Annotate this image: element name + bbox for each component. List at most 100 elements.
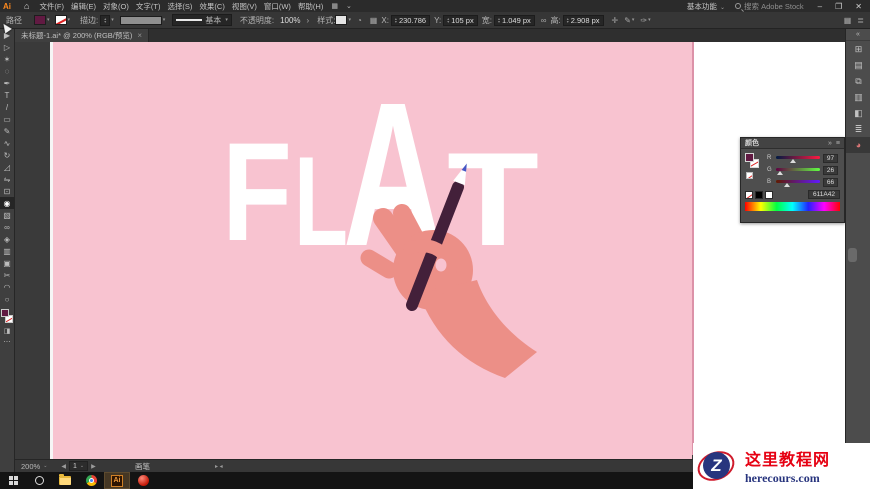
workspace-switcher[interactable]: 基本功能 ⌄ [687,1,725,12]
link-dimensions-icon[interactable]: ∞ [541,16,547,25]
graphic-styles-panel-icon[interactable]: ▥ [846,89,870,105]
pen-tool-icon[interactable]: ✒ [0,77,15,89]
fill-color-swatch[interactable] [34,15,46,25]
red-value-field[interactable]: 97 [823,153,838,163]
cortana-button[interactable] [26,472,52,489]
menu-item[interactable]: 窗口(W) [264,1,291,12]
pasteboard-right[interactable] [694,42,845,459]
menu-item[interactable]: 选择(S) [167,1,192,12]
panel-menu-icon[interactable]: ≡ [836,140,840,147]
lasso-tool-icon[interactable]: ◌ [0,65,15,77]
line-segment-tool-icon[interactable]: / [0,101,15,113]
symbols-panel-icon[interactable]: ⧉ [846,73,870,89]
eyedropper-tool-icon[interactable]: ◉ [0,197,15,209]
fill-stroke-widget[interactable] [0,309,14,325]
column-graph-tool-icon[interactable]: ▥ [0,245,15,257]
menu-item[interactable]: 文字(T) [136,1,161,12]
scrollbar-thumb[interactable] [848,248,857,262]
white-swatch[interactable] [765,190,773,199]
magic-wand-tool-icon[interactable]: ✶ [0,53,15,65]
menu-item[interactable]: 文件(F) [39,1,64,12]
stroke-style-select[interactable]: 基本 ▾ [172,14,232,26]
red-slider[interactable] [776,153,820,163]
arrange-documents-icon[interactable]: ▦ [844,16,852,25]
red-slider-thumb[interactable] [789,159,796,163]
width-profile-select[interactable] [119,15,162,25]
artboard-tool-icon[interactable]: ▣ [0,257,15,269]
toolbar-more-icon[interactable]: ⋯ [0,336,15,347]
stock-search[interactable]: 搜索 Adobe Stock [735,1,804,12]
blue-value-field[interactable]: 66 [823,177,838,187]
opacity-value[interactable]: 100% [280,16,300,25]
recolor-artwork-icon[interactable]: ◔ [357,16,362,25]
next-artboard-icon[interactable]: ▶ [91,463,96,470]
file-explorer-button[interactable] [52,472,78,489]
menu-item[interactable]: 视图(V) [232,1,257,12]
slice-tool-icon[interactable]: ✂ [0,269,15,281]
document-tab[interactable]: 未标题-1.ai* @ 200% (RGB/预览) × [15,29,150,42]
swatches-panel-icon[interactable]: ⊞ [846,41,870,57]
app-logo-icon[interactable]: Ai [3,2,11,11]
green-slider-thumb[interactable] [777,171,784,175]
home-icon[interactable]: ⌂ [24,1,29,11]
dock-expand-icon[interactable]: « [846,29,870,41]
pencil-tool-icon[interactable]: ∿ [0,137,15,149]
hex-value-field[interactable]: 611A42 [808,190,840,199]
width-tool-icon[interactable]: ⇋ [0,173,15,185]
pasteboard-left[interactable] [15,42,50,459]
width-field[interactable]: ▴ ▾ 1.049 px [493,14,535,26]
opacity-more-icon[interactable]: › [307,16,310,25]
libraries-panel-icon[interactable]: ≣ [846,121,870,137]
gradient-tool-icon[interactable]: ▧ [0,209,15,221]
prev-artboard-icon[interactable]: ◀ [61,463,66,470]
y-field[interactable]: ▴ ▾ 105 px [443,14,478,26]
paintbrush-tool-icon[interactable]: ✎ [0,125,15,137]
style-swatch[interactable] [335,15,348,25]
rotate-tool-icon[interactable]: ↻ [0,149,15,161]
artboard[interactable]: F L A T [53,42,692,459]
menu-item[interactable]: 帮助(H) [298,1,323,12]
panel-collapse-icon[interactable]: » [828,140,832,147]
direct-selection-tool-icon[interactable]: ▷ [0,41,15,53]
zoom-tool-icon[interactable]: ○ [0,293,15,305]
stroke-weight-stepper[interactable]: ▴ ▾ [100,14,111,26]
none-swatch-icon[interactable] [746,172,753,179]
align-options-icon[interactable]: ✎ [624,16,631,25]
black-swatch[interactable] [755,190,763,199]
close-button[interactable]: ✕ [855,2,862,11]
blend-tool-icon[interactable]: ∞ [0,221,15,233]
transform-grid-icon[interactable]: ▦ [370,16,378,25]
scale-tool-icon[interactable]: ◿ [0,161,15,173]
start-button[interactable] [0,472,26,489]
menu-item[interactable]: 编辑(E) [71,1,96,12]
green-slider[interactable] [776,165,820,175]
tab-close-icon[interactable]: × [137,31,142,40]
none-swatch[interactable] [745,190,753,199]
status-collapse-icons[interactable]: ▸ ◂ [215,463,223,470]
layers-panel-icon[interactable]: ◧ [846,105,870,121]
menu-item[interactable]: 对象(O) [103,1,129,12]
zoom-level-select[interactable]: 200% ⌄ [21,462,47,471]
chrome-button[interactable] [78,472,104,489]
color-panel-header[interactable]: 颜色 » ≡ [741,138,844,149]
panel-menu-icon[interactable]: ≣ [857,16,864,25]
brushes-panel-icon[interactable]: ▤ [846,57,870,73]
rectangle-tool-icon[interactable]: ▭ [0,113,15,125]
layout-switch-icon[interactable]: ▦ [331,2,338,10]
fill-indicator[interactable] [0,309,9,317]
menu-item[interactable]: 效果(C) [199,1,224,12]
blue-slider-thumb[interactable] [784,183,791,187]
brush-options-icon[interactable]: ✑ [640,16,647,25]
minimize-button[interactable]: – [818,2,822,11]
stroke-color-swatch[interactable] [54,15,67,25]
free-transform-tool-icon[interactable]: ⊡ [0,185,15,197]
type-tool-icon[interactable]: T [0,89,15,101]
green-value-field[interactable]: 26 [823,165,838,175]
fill-indicator[interactable] [745,153,754,162]
transform-icon[interactable]: ✛ [612,16,619,25]
recorder-app-button[interactable] [130,472,156,489]
height-field[interactable]: ▴ ▾ 2.908 px [562,14,604,26]
restore-button[interactable]: ❐ [835,2,842,11]
symbol-sprayer-tool-icon[interactable]: ◈ [0,233,15,245]
color-spectrum-bar[interactable] [745,202,840,211]
